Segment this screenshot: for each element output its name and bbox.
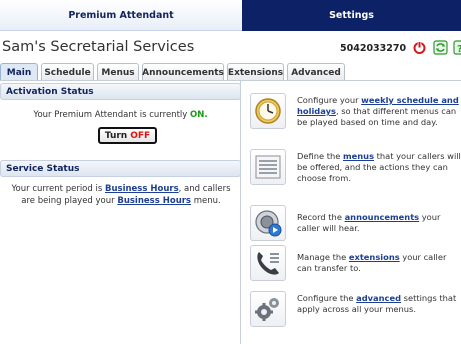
menu-list-icon[interactable] xyxy=(250,149,286,185)
service-text-1: Your current period is xyxy=(11,184,103,194)
announcements-link[interactable]: announcements xyxy=(345,212,420,222)
business-hours-menu-link[interactable]: Business Hours xyxy=(117,196,191,206)
power-icon[interactable] xyxy=(412,40,427,55)
speaker-icon[interactable] xyxy=(250,205,286,241)
activation-text: Your Premium Attendant is currently ON. xyxy=(0,110,241,120)
service-text-3: menu. xyxy=(191,196,221,206)
gears-icon[interactable] xyxy=(250,291,286,327)
activation-status-header: Activation Status xyxy=(0,83,241,100)
clock-icon[interactable] xyxy=(250,93,286,129)
activation-state: ON. xyxy=(190,110,208,120)
service-status-text: Your current period is Business Hours, a… xyxy=(8,183,234,207)
header: Sam's Secretarial Services 5042033270 ? xyxy=(0,31,461,61)
extensions-description: Manage the extensions your caller can tr… xyxy=(297,252,461,274)
phone-number: 5042033270 xyxy=(340,43,407,54)
extensions-link[interactable]: extensions xyxy=(349,252,400,262)
turn-off-button[interactable]: Turn OFF xyxy=(98,127,157,144)
tab-premium-attendant[interactable]: Premium Attendant xyxy=(0,0,242,31)
tab-menus[interactable]: Menus xyxy=(97,63,139,81)
announcements-description: Record the announcements your caller wil… xyxy=(297,212,461,234)
advanced-description: Configure the advanced settings that app… xyxy=(297,293,461,315)
service-status-header: Service Status xyxy=(0,160,241,177)
business-hours-link[interactable]: Business Hours xyxy=(105,184,179,194)
turn-label: Turn xyxy=(104,130,128,141)
extensions-text-pre: Manage the xyxy=(297,252,347,262)
help-icon[interactable]: ? xyxy=(453,40,461,55)
advanced-link[interactable]: advanced xyxy=(356,293,401,303)
menus-description: Define the menus that your callers will … xyxy=(297,151,461,184)
phone-icon[interactable] xyxy=(250,245,286,281)
schedule-text-pre: Configure your xyxy=(297,95,359,105)
sub-tabs: Main Schedule Menus Announcements Extens… xyxy=(0,61,348,81)
tab-extensions[interactable]: Extensions xyxy=(227,63,284,81)
advanced-text-pre: Configure the xyxy=(297,293,354,303)
company-name: Sam's Secretarial Services xyxy=(2,39,195,55)
svg-text:?: ? xyxy=(457,44,461,55)
activation-text-prefix: Your Premium Attendant is currently xyxy=(33,110,188,120)
tab-settings[interactable]: Settings xyxy=(242,0,461,31)
refresh-icon[interactable] xyxy=(433,40,448,55)
tab-announcements[interactable]: Announcements xyxy=(142,63,224,81)
quick-links-panel: Configure your weekly schedule and holid… xyxy=(242,81,461,344)
menus-link[interactable]: menus xyxy=(343,151,374,161)
tab-main[interactable]: Main xyxy=(0,63,38,81)
menus-text-pre: Define the xyxy=(297,151,341,161)
announcements-text-pre: Record the xyxy=(297,212,342,222)
tab-advanced[interactable]: Advanced xyxy=(287,63,345,81)
status-panel: Activation Status Your Premium Attendant… xyxy=(0,81,241,344)
schedule-description: Configure your weekly schedule and holid… xyxy=(297,95,461,128)
tab-schedule[interactable]: Schedule xyxy=(41,63,94,81)
off-label: OFF xyxy=(130,130,151,141)
top-tabs: Premium Attendant Settings xyxy=(0,0,461,31)
